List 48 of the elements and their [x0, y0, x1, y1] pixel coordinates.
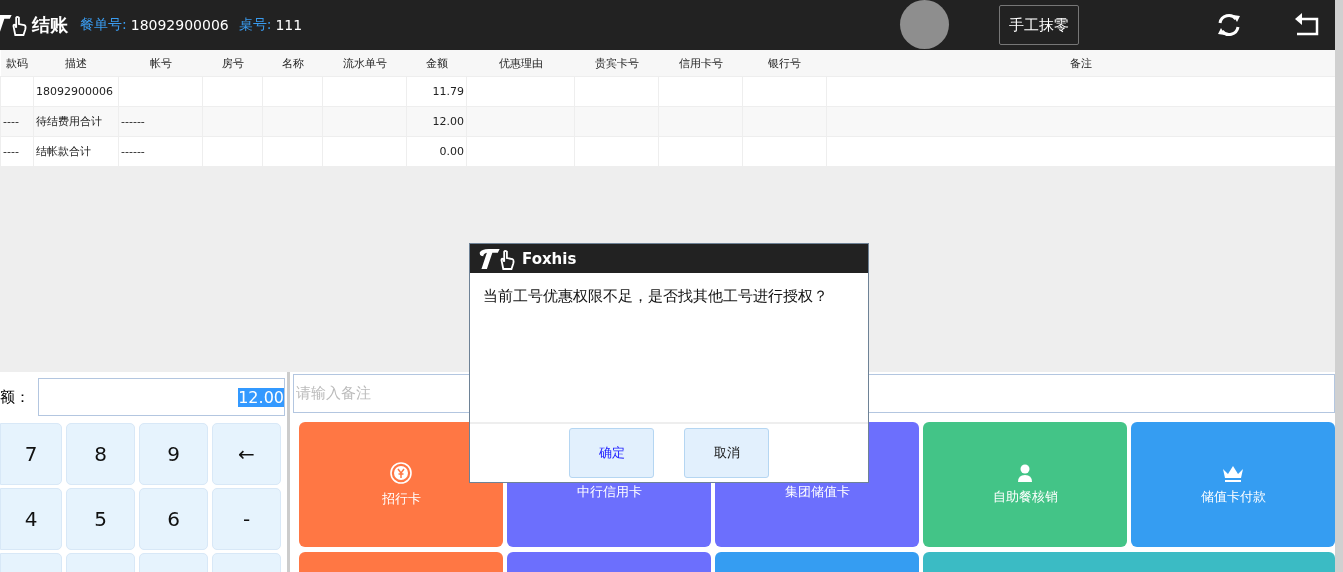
table-cell: 11.79: [432, 85, 464, 98]
logo-icon: [0, 13, 28, 37]
column-header: 贵宾卡号: [574, 50, 659, 77]
column-header: 描述: [33, 50, 119, 77]
amount-label: 额：: [0, 387, 31, 407]
table-cell: ----: [3, 115, 19, 128]
column-header: 名称: [262, 50, 323, 77]
column-header: 房号: [202, 50, 263, 77]
table-cell: ------: [121, 115, 145, 128]
order-number: 18092900006: [130, 17, 229, 33]
keypad-key[interactable]: 6: [139, 488, 208, 550]
table-number: 111: [275, 17, 303, 33]
back-icon[interactable]: [1294, 12, 1320, 36]
order-label: 餐单号:: [80, 16, 127, 34]
table-label: 桌号:: [238, 16, 272, 34]
table-cell: 12.00: [432, 115, 464, 128]
page-title: 结账: [32, 13, 68, 37]
table-cell: 0.00: [439, 145, 464, 158]
scrollbar[interactable]: [1335, 0, 1343, 572]
table-cell: ----: [3, 145, 19, 158]
column-header: 帐号: [118, 50, 203, 77]
keypad-key[interactable]: 4: [0, 488, 62, 550]
person-icon: [1017, 463, 1033, 482]
column-header: 款码: [0, 50, 34, 77]
keypad-key[interactable]: 9: [139, 423, 208, 485]
column-header: 银行号: [742, 50, 827, 77]
avatar-circle: [900, 0, 949, 49]
dialog-title: Foxhis: [522, 249, 577, 268]
column-header: 优惠理由: [466, 50, 575, 77]
column-header: 流水单号: [322, 50, 407, 77]
dialog-button[interactable]: 确定: [569, 428, 654, 478]
column-header: 信用卡号: [658, 50, 743, 77]
table-cell: ------: [121, 145, 145, 158]
table-cell: 18092900006: [36, 85, 113, 98]
keypad-key[interactable]: -: [212, 488, 281, 550]
keypad-key[interactable]: 8: [66, 423, 135, 485]
column-header: 金额: [406, 50, 467, 77]
round-off-button[interactable]: 手工抹零: [999, 5, 1079, 45]
keypad-key[interactable]: ←: [212, 423, 281, 485]
yen-coin-icon: [390, 461, 412, 484]
table-cell: 结帐款合计: [36, 145, 91, 158]
dialog-message: 当前工号优惠权限不足，是否找其他工号进行授权？: [483, 287, 828, 305]
refresh-icon[interactable]: [1216, 12, 1242, 38]
dialog-button[interactable]: 取消: [684, 428, 769, 478]
table-cell: 待结费用合计: [36, 115, 102, 128]
column-header: 备注: [826, 50, 1336, 77]
keypad-key[interactable]: 7: [0, 423, 62, 485]
keypad-key[interactable]: 5: [66, 488, 135, 550]
